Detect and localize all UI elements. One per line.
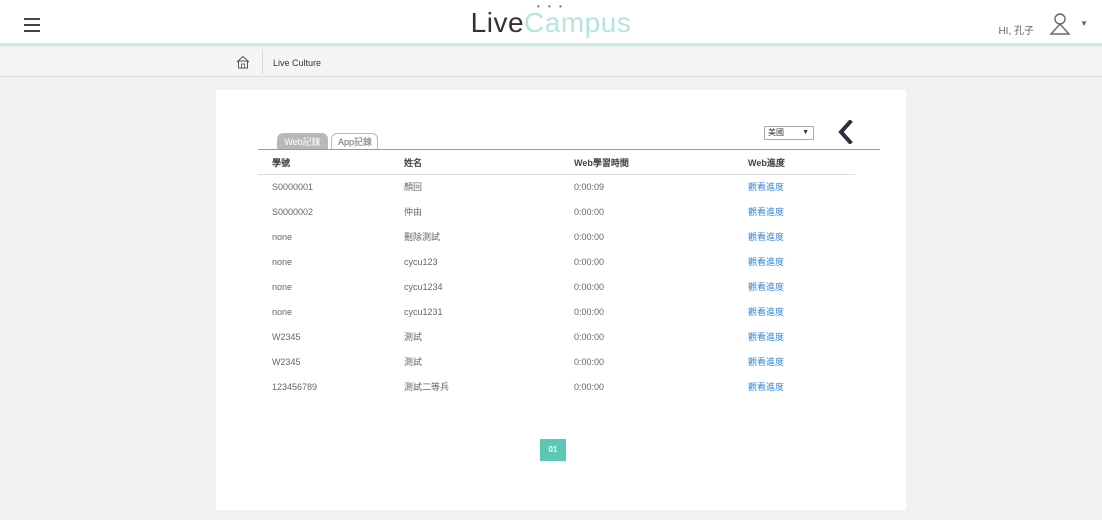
cell-web-time: 0:00:00: [574, 256, 605, 267]
view-progress-link[interactable]: 觀看進度: [734, 224, 855, 249]
cell-name: 測試: [404, 332, 423, 342]
cell-name: cycu1231: [404, 306, 443, 317]
column-header-name: 姓名: [390, 152, 560, 175]
breadcrumb-current: Live Culture: [273, 58, 322, 68]
table-row: S0000002 仲由 0:00:00 觀看進度: [258, 199, 855, 224]
select-arrow-icon: ▼: [802, 129, 809, 136]
column-header-web-progress: Web進度: [734, 152, 855, 175]
cell-name: 顏回: [404, 182, 423, 193]
back-chevron-icon[interactable]: [836, 120, 854, 144]
user-menu-caret-icon[interactable]: ▼: [1080, 19, 1088, 28]
cell-name: cycu123: [404, 256, 438, 267]
view-progress-link[interactable]: 觀看進度: [734, 249, 855, 274]
tab-app-records[interactable]: App記錄: [331, 133, 378, 150]
content-panel: Web記錄 App記錄 美國 ▼ 學號 姓名 Web學習時間 Web進度 S00…: [216, 90, 906, 510]
table-row: none cycu123 0:00:00 觀看進度: [258, 249, 855, 274]
pagination-page-button[interactable]: 01: [540, 439, 566, 461]
cell-student-id: W2345: [272, 356, 301, 367]
cell-name: 測試: [404, 357, 423, 367]
table-row: none 刪除測試 0:00:00 觀看進度: [258, 224, 855, 249]
cell-web-time: 0:00:09: [574, 181, 605, 192]
user-greeting[interactable]: HI, 孔子: [998, 22, 1034, 37]
view-progress-link[interactable]: 觀看進度: [734, 274, 855, 299]
breadcrumb: Live Culture: [0, 49, 1102, 77]
cell-web-time: 0:00:00: [574, 206, 605, 217]
table-row: 123456789 測試二等兵 0:00:00 觀看進度: [258, 374, 855, 399]
cell-name: 刪除測試: [404, 232, 441, 242]
cell-web-time: 0:00:00: [574, 281, 605, 292]
table-header-row: 學號 姓名 Web學習時間 Web進度: [258, 152, 855, 175]
cell-name: cycu1234: [404, 281, 443, 292]
table-row: none cycu1234 0:00:00 觀看進度: [258, 274, 855, 299]
cell-web-time: 0:00:00: [574, 381, 605, 392]
column-header-student-id: 學號: [258, 152, 390, 175]
cell-student-id: none: [272, 256, 293, 267]
home-icon[interactable]: [236, 55, 250, 69]
country-select[interactable]: 美國 ▼: [764, 126, 814, 140]
view-progress-link[interactable]: 觀看進度: [734, 324, 855, 349]
cell-student-id: 123456789: [272, 381, 318, 392]
table-row: W2345 測試 0:00:00 觀看進度: [258, 324, 855, 349]
table-row: W2345 測試 0:00:00 觀看進度: [258, 349, 855, 374]
table-row: none cycu1231 0:00:00 觀看進度: [258, 299, 855, 324]
view-progress-link[interactable]: 觀看進度: [734, 199, 855, 224]
cell-web-time: 0:00:00: [574, 306, 605, 317]
breadcrumb-divider: [262, 51, 263, 74]
logo-campus: Campus: [524, 7, 632, 38]
cell-student-id: none: [272, 306, 293, 317]
user-icon[interactable]: [1048, 12, 1072, 36]
view-progress-link[interactable]: 觀看進度: [734, 374, 855, 399]
tab-web-records[interactable]: Web記錄: [277, 133, 328, 150]
country-select-value: 美國: [768, 128, 784, 137]
cell-student-id: none: [272, 281, 293, 292]
column-header-web-time: Web學習時間: [560, 152, 734, 175]
records-table: 學號 姓名 Web學習時間 Web進度 S0000001 顏回 0:00:09 …: [258, 152, 855, 399]
cell-web-time: 0:00:00: [574, 331, 605, 342]
cell-web-time: 0:00:00: [574, 356, 605, 367]
cell-student-id: none: [272, 231, 293, 242]
view-progress-link[interactable]: 觀看進度: [734, 349, 855, 374]
cell-student-id: W2345: [272, 331, 301, 342]
cell-student-id: S0000002: [272, 206, 314, 217]
table-row: S0000001 顏回 0:00:09 觀看進度: [258, 174, 855, 199]
cell-name: 測試二等兵: [404, 382, 450, 392]
view-progress-link[interactable]: 觀看進度: [734, 299, 855, 324]
top-bar: • • • LiveCampus HI, 孔子 ▼: [0, 0, 1102, 46]
logo: LiveCampus: [0, 6, 1102, 40]
cell-student-id: S0000001: [272, 181, 314, 192]
cell-web-time: 0:00:00: [574, 231, 605, 242]
cell-name: 仲由: [404, 207, 423, 217]
tab-underline: [258, 149, 880, 150]
view-progress-link[interactable]: 觀看進度: [734, 174, 855, 199]
logo-live: Live: [470, 7, 525, 38]
